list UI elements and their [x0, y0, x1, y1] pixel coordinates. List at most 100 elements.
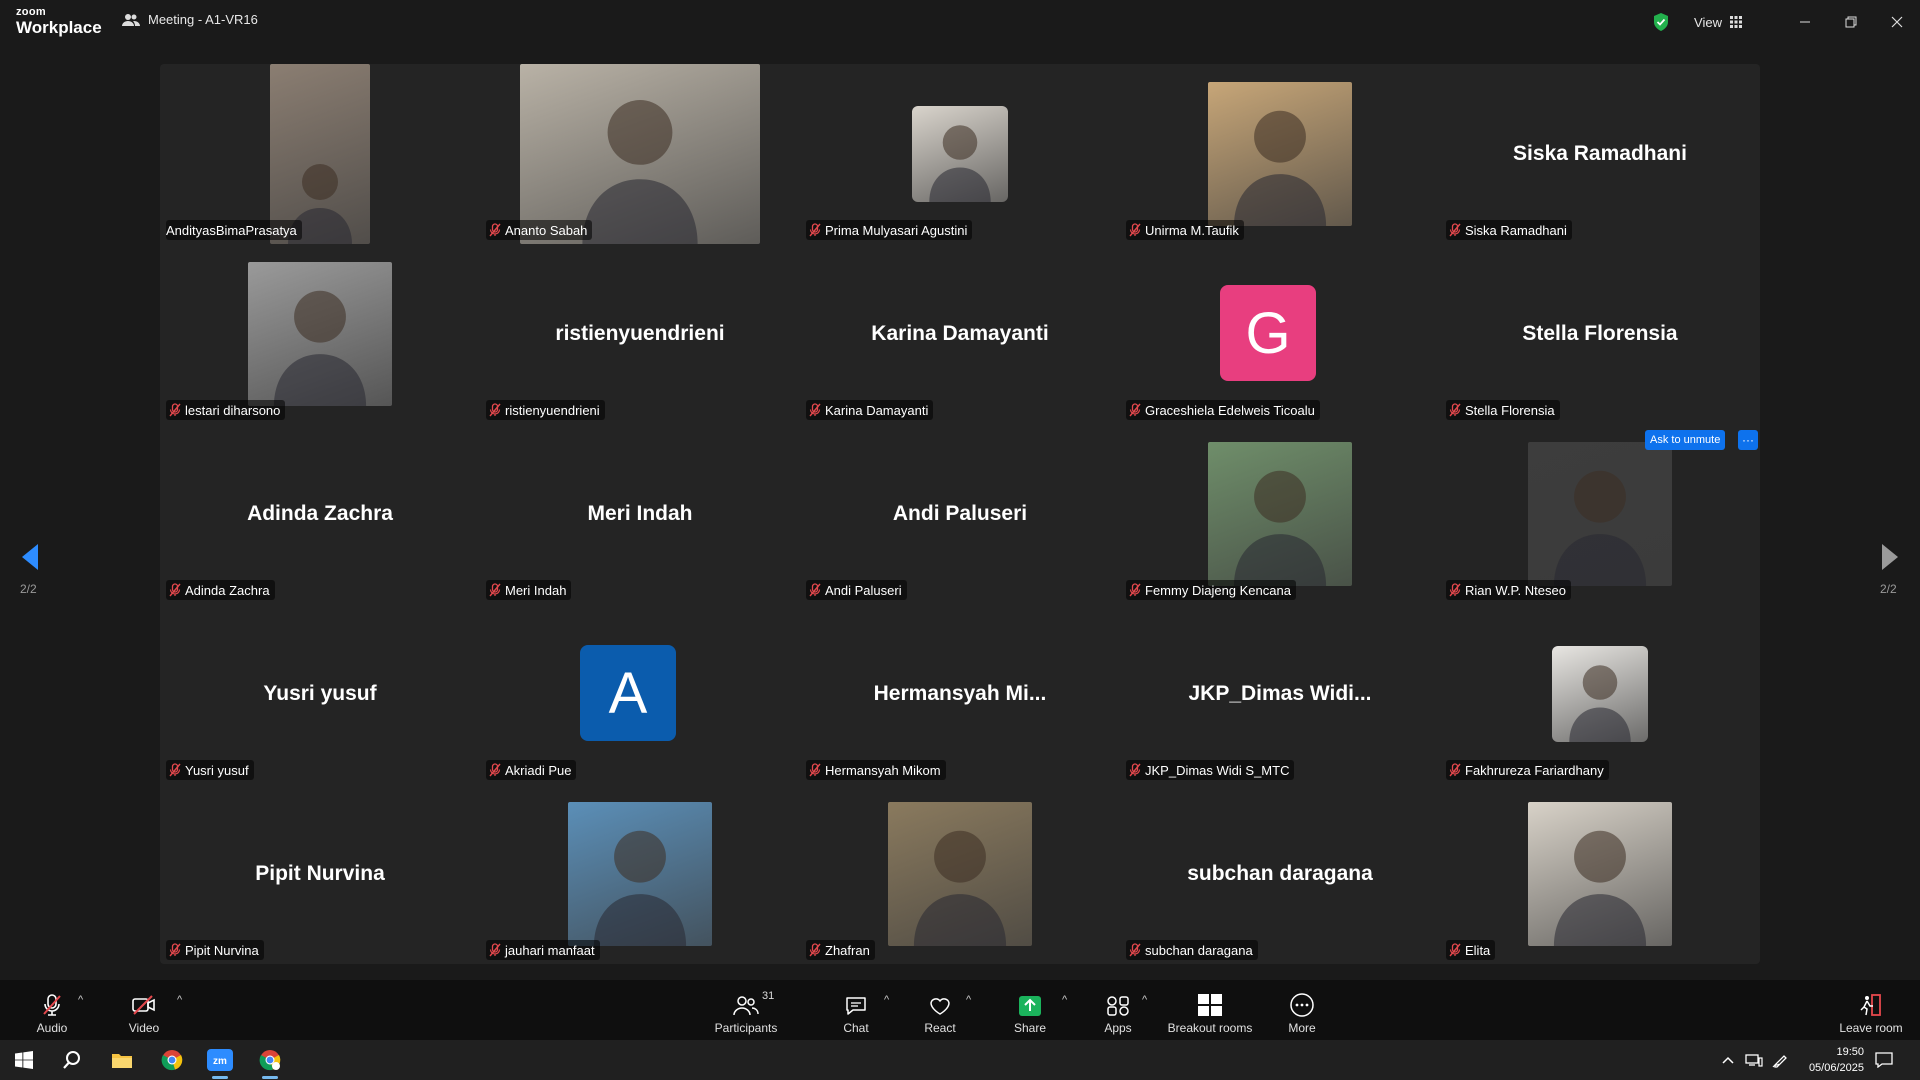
zoom-taskbar-button[interactable]: zm [196, 1040, 244, 1080]
participant-tile[interactable]: subchan daragana subchan daragana [1120, 784, 1440, 964]
react-caret-icon[interactable]: ^ [966, 994, 971, 1006]
participant-tile[interactable]: Elita [1440, 784, 1760, 964]
close-button[interactable] [1874, 0, 1920, 44]
file-explorer-button[interactable] [98, 1040, 146, 1080]
participant-name-label: jauhari manfaat [486, 940, 600, 960]
tile-more-options-button[interactable]: ··· [1738, 430, 1758, 450]
participant-name-label: Prima Mulyasari Agustini [806, 220, 973, 240]
search-button[interactable] [48, 1040, 96, 1080]
participant-name: Zhafran [825, 942, 870, 958]
participant-tile[interactable]: Yusri yusuf Yusri yusuf [160, 604, 480, 784]
meeting-info[interactable]: Meeting - A1-VR16 [122, 12, 258, 27]
participant-tile[interactable]: Karina Damayanti Karina Damayanti [800, 244, 1120, 424]
start-button[interactable] [0, 1040, 48, 1080]
apps-icon [1107, 996, 1129, 1016]
more-button[interactable]: More [1280, 980, 1324, 1040]
participant-name: AndityasBimaPrasatya [166, 222, 297, 238]
participant-tile[interactable]: Rian W.P. Nteseo [1440, 424, 1760, 604]
participant-tile[interactable]: JKP_Dimas Widi... JKP_Dimas Widi S_MTC [1120, 604, 1440, 784]
participant-profile-photo [912, 106, 1008, 202]
video-caret-icon[interactable]: ^ [177, 994, 182, 1006]
more-label: More [1288, 1021, 1316, 1035]
ask-to-unmute-button[interactable]: Ask to unmute [1645, 430, 1726, 450]
search-icon [63, 1051, 80, 1069]
chat-icon [846, 997, 866, 1015]
person-silhouette-icon [1233, 470, 1327, 586]
video-button[interactable]: Video [122, 980, 166, 1040]
chrome-profile-button[interactable] [246, 1040, 294, 1080]
mic-muted-icon [169, 943, 181, 957]
next-page-arrow-icon[interactable] [1874, 540, 1904, 574]
participant-name-label: Stella Florensia [1446, 400, 1560, 420]
participant-tile[interactable]: Unirma M.Taufik [1120, 64, 1440, 244]
participant-tile[interactable]: Stella Florensia Stella Florensia [1440, 244, 1760, 424]
participants-button[interactable]: Participants [712, 980, 780, 1040]
audio-caret-icon[interactable]: ^ [78, 994, 83, 1006]
participant-video-feed [520, 64, 760, 244]
person-silhouette-icon [288, 164, 352, 244]
chat-button[interactable]: Chat [836, 980, 876, 1040]
participant-name-label: Hermansyah Mikom [806, 760, 946, 780]
participant-name: Yusri yusuf [185, 762, 249, 778]
participant-tile[interactable]: Zhafran [800, 784, 1120, 964]
participant-tile[interactable]: G Graceshiela Edelweis Ticoalu [1120, 244, 1440, 424]
participant-tile[interactable]: Siska Ramadhani Siska Ramadhani [1440, 64, 1760, 244]
audio-button[interactable]: Audio [30, 980, 74, 1040]
previous-page-arrow-icon[interactable] [16, 540, 46, 574]
mic-muted-icon [809, 763, 821, 777]
participant-profile-photo [1208, 82, 1352, 226]
share-caret-icon[interactable]: ^ [1062, 994, 1067, 1006]
participant-tile[interactable]: Ananto Sabah [480, 64, 800, 244]
participant-name: Pipit Nurvina [185, 942, 259, 958]
participant-name: ristienyuendrieni [505, 402, 600, 418]
participants-group-icon [122, 13, 140, 26]
person-silhouette-icon [1233, 110, 1327, 226]
participant-tile[interactable]: Fakhrureza Fariardhany [1440, 604, 1760, 784]
apps-caret-icon[interactable]: ^ [1142, 994, 1147, 1006]
show-hidden-icons-button[interactable] [1716, 1040, 1740, 1080]
minimize-button[interactable] [1782, 0, 1828, 44]
share-button[interactable]: Share [1010, 980, 1050, 1040]
participant-name-label: Zhafran [806, 940, 875, 960]
breakout-rooms-button[interactable]: Breakout rooms [1164, 980, 1256, 1040]
react-button[interactable]: React [920, 980, 960, 1040]
network-button[interactable] [1742, 1040, 1766, 1080]
chat-label: Chat [843, 1021, 869, 1035]
apps-button[interactable]: Apps [1098, 980, 1138, 1040]
participant-tile[interactable]: AndityasBimaPrasatya [160, 64, 480, 244]
participant-tile[interactable]: Andi Paluseri Andi Paluseri [800, 424, 1120, 604]
chrome-button[interactable] [148, 1040, 196, 1080]
participant-tile[interactable]: Pipit Nurvina Pipit Nurvina [160, 784, 480, 964]
participant-tile[interactable]: Meri Indah Meri Indah [480, 424, 800, 604]
network-icon [1745, 1054, 1763, 1067]
maximize-button[interactable] [1828, 0, 1874, 44]
participant-name: JKP_Dimas Widi S_MTC [1145, 762, 1290, 778]
participant-name-label: Pipit Nurvina [166, 940, 264, 960]
participant-tile[interactable]: ristienyuendrieni ristienyuendrieni [480, 244, 800, 424]
participant-tile[interactable]: Adinda Zachra Adinda Zachra [160, 424, 480, 604]
participant-display-name: Hermansyah Mi... [873, 682, 1047, 705]
participant-name: Adinda Zachra [185, 582, 270, 598]
mic-muted-icon [809, 223, 821, 237]
participant-tile[interactable]: Hermansyah Mi... Hermansyah Mikom [800, 604, 1120, 784]
shield-icon[interactable] [1652, 12, 1670, 32]
participant-tile[interactable]: Prima Mulyasari Agustini [800, 64, 1120, 244]
participant-tile[interactable]: A Akriadi Pue [480, 604, 800, 784]
notification-icon [1875, 1052, 1893, 1068]
chat-caret-icon[interactable]: ^ [884, 994, 889, 1006]
view-button[interactable]: View [1694, 15, 1742, 30]
participant-name-label: Femmy Diajeng Kencana [1126, 580, 1296, 600]
participant-tile[interactable]: jauhari manfaat [480, 784, 800, 964]
mic-muted-icon [1129, 943, 1141, 957]
participant-tile[interactable]: Femmy Diajeng Kencana [1120, 424, 1440, 604]
person-silhouette-icon [1553, 470, 1647, 586]
system-clock[interactable]: 19:50 05/06/2025 [1809, 1044, 1864, 1076]
leave-room-button[interactable]: Leave room [1836, 980, 1906, 1040]
notifications-button[interactable] [1864, 1040, 1904, 1080]
participant-display-name: Yusri yusuf [263, 682, 377, 705]
windows-logo-icon [15, 1051, 33, 1069]
pen-button[interactable] [1768, 1040, 1792, 1080]
participant-name-label: subchan daragana [1126, 940, 1258, 960]
participant-name-label: AndityasBimaPrasatya [166, 220, 302, 240]
participant-tile[interactable]: lestari diharsono [160, 244, 480, 424]
